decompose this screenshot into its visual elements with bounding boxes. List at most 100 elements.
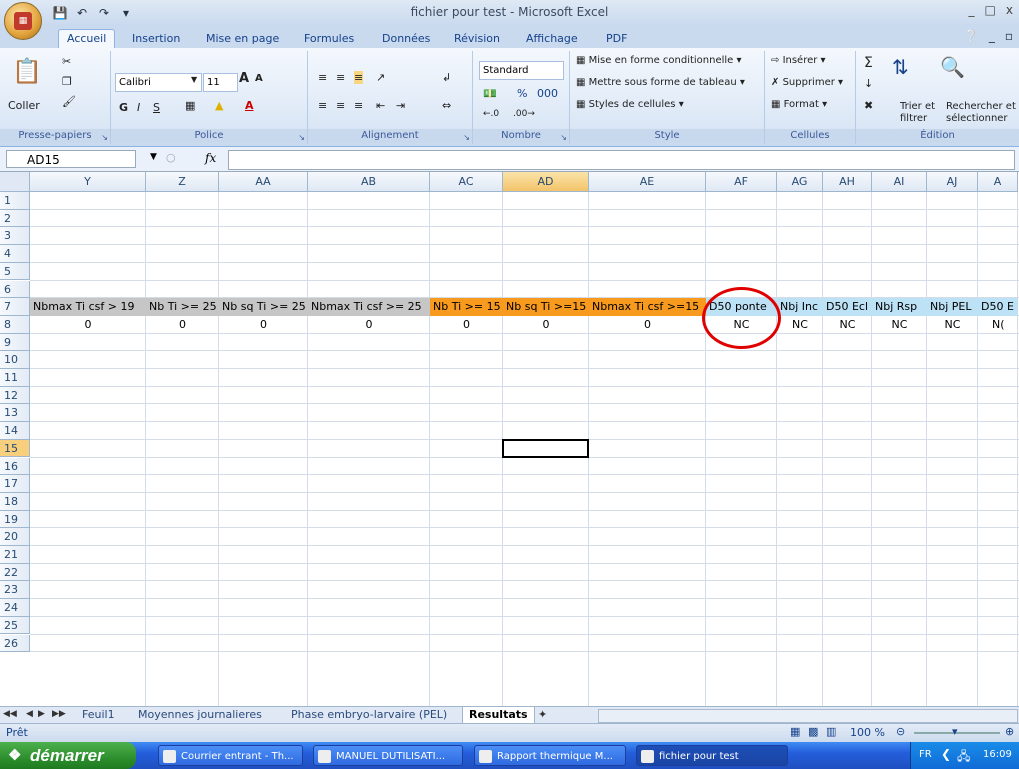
row-header-17[interactable]: 17 [0, 475, 30, 493]
decrease-decimal-icon[interactable]: .00→ [513, 109, 535, 119]
column-header-aj[interactable]: AJ [927, 172, 978, 192]
insert-sheet-icon[interactable]: ✦ [538, 708, 547, 721]
increase-decimal-icon[interactable]: ←.0 [483, 109, 499, 119]
close-button[interactable]: x [1006, 3, 1013, 17]
row-header-5[interactable]: 5 [0, 262, 30, 281]
align-center-icon[interactable]: ≡ [336, 99, 345, 112]
font-name-select[interactable]: Calibri [115, 73, 202, 92]
name-box-dropdown-icon[interactable]: ▼ [150, 152, 157, 162]
help-icon[interactable]: ❔ [964, 29, 979, 43]
table-header-cell[interactable]: Nbmax Ti csf >= 25 [308, 298, 430, 316]
grow-font-button[interactable]: A [239, 71, 249, 86]
find-select-label[interactable]: Rechercher et [946, 101, 1016, 112]
zoom-out-icon[interactable]: ⊝ [896, 725, 905, 738]
currency-icon[interactable]: 💵 [483, 87, 497, 100]
row-header-10[interactable]: 10 [0, 351, 30, 369]
row-header-14[interactable]: 14 [0, 422, 30, 440]
back-arrow-icon[interactable]: ❮ [941, 747, 951, 761]
tab-insertion[interactable]: Insertion [124, 30, 188, 48]
font-color-icon[interactable]: A [245, 99, 254, 112]
zoom-in-icon[interactable]: ⊕ [1005, 725, 1014, 738]
table-cell[interactable]: 0 [219, 316, 308, 334]
taskbar-item-excel[interactable]: fichier pour test [636, 745, 788, 766]
ribbon-restore-button[interactable]: ▫ [1005, 29, 1013, 43]
font-launcher-icon[interactable]: ↘ [298, 133, 305, 142]
tab-pdf[interactable]: PDF [598, 30, 635, 48]
tab-formules[interactable]: Formules [296, 30, 362, 48]
insert-cells-button[interactable]: ⇨ Insérer ▾ [771, 55, 826, 66]
sort-filter-label[interactable]: Trier et [900, 101, 935, 112]
column-header-ah[interactable]: AH [823, 172, 872, 192]
last-sheet-icon[interactable]: ▶▶ [52, 709, 66, 719]
find-select-label-2[interactable]: sélectionner [946, 113, 1008, 124]
row-header-25[interactable]: 25 [0, 616, 30, 635]
maximize-button[interactable]: □ [985, 3, 996, 17]
column-header-ae[interactable]: AE [589, 172, 706, 192]
sort-filter-icon[interactable]: ⇅ [892, 55, 909, 79]
table-cell[interactable]: 0 [589, 316, 706, 334]
sheet-tab-pel[interactable]: Phase embryo-larvaire (PEL) [285, 707, 453, 723]
undo-icon[interactable]: ↶ [74, 5, 90, 21]
row-header-2[interactable]: 2 [0, 209, 30, 228]
row-header-22[interactable]: 22 [0, 563, 30, 582]
zoom-slider-thumb[interactable]: ▾ [952, 725, 958, 738]
minimize-button[interactable]: _ [969, 3, 975, 17]
insert-function-button[interactable]: fx [205, 151, 216, 165]
column-header-z[interactable]: Z [146, 172, 219, 192]
sort-filter-label-2[interactable]: filtrer [900, 113, 927, 124]
row-header-20[interactable]: 20 [0, 528, 30, 546]
column-header-ab[interactable]: AB [308, 172, 430, 192]
format-as-table-button[interactable]: ▦ Mettre sous forme de tableau ▾ [576, 77, 745, 88]
format-cells-button[interactable]: ▦ Format ▾ [771, 99, 827, 110]
column-header-ac[interactable]: AC [430, 172, 503, 192]
tab-accueil[interactable]: Accueil [58, 29, 116, 48]
table-header-cell[interactable]: D50 Ecl [823, 298, 872, 316]
table-header-cell[interactable]: Nbj Inc [777, 298, 823, 316]
table-cell[interactable]: 0 [30, 316, 146, 334]
next-sheet-icon[interactable]: ▶ [38, 709, 45, 719]
language-indicator[interactable]: FR [919, 749, 932, 760]
tab-donnees[interactable]: Données [374, 30, 438, 48]
sheet-tab-moyennes[interactable]: Moyennes journalieres [132, 707, 268, 723]
align-bottom-icon[interactable]: ≡ [354, 71, 364, 84]
underline-button[interactable]: S [153, 101, 160, 114]
formula-input[interactable] [228, 150, 1015, 170]
cell-styles-button[interactable]: ▦ Styles de cellules ▾ [576, 99, 684, 110]
table-cell[interactable]: NC [823, 316, 872, 334]
row-header-12[interactable]: 12 [0, 386, 30, 405]
number-launcher-icon[interactable]: ↘ [560, 133, 567, 142]
table-cell[interactable]: 0 [430, 316, 503, 334]
table-cell[interactable]: 0 [308, 316, 430, 334]
find-select-icon[interactable]: 🔍 [940, 55, 965, 79]
column-header-y[interactable]: Y [30, 172, 146, 192]
spreadsheet-grid[interactable]: Y Z AA AB AC AD AE AF AG AH AI AJ A 1 2 3 4 5 6 7 8 9 10 11 12 13… [0, 172, 1019, 706]
column-header-ad[interactable]: AD [503, 172, 589, 192]
orientation-icon[interactable]: ↗ [376, 71, 385, 84]
row-header-9[interactable]: 9 [0, 333, 30, 352]
align-top-icon[interactable]: ≡ [318, 71, 327, 84]
ribbon-minimize-button[interactable]: _ [989, 29, 995, 43]
normal-view-icon[interactable]: ▦ [790, 725, 800, 738]
start-button[interactable]: ❖ démarrer [0, 742, 136, 769]
name-box[interactable]: AD15 [6, 150, 136, 168]
delete-cells-button[interactable]: ✗ Supprimer ▾ [771, 77, 843, 88]
horizontal-scrollbar[interactable] [598, 709, 1018, 723]
bold-button[interactable]: G [119, 101, 128, 114]
borders-icon[interactable]: ▦ [185, 99, 195, 112]
table-header-cell[interactable]: Nbmax Ti csf > 19 [30, 298, 146, 316]
active-cell-selection[interactable] [502, 438, 589, 459]
font-dropdown-icon[interactable]: ▼ [191, 75, 197, 84]
table-header-cell[interactable]: Nb sq Ti >= 25 [219, 298, 308, 316]
column-header-ak[interactable]: A [978, 172, 1018, 192]
cut-icon[interactable]: ✂ [62, 55, 71, 68]
copy-icon[interactable]: ❐ [62, 75, 72, 88]
customize-icon[interactable]: ▾ [118, 5, 134, 21]
conditional-formatting-button[interactable]: ▦ Mise en forme conditionnelle ▾ [576, 55, 742, 66]
table-cell[interactable]: NC [777, 316, 823, 334]
row-header-3[interactable]: 3 [0, 227, 30, 246]
first-sheet-icon[interactable]: ◀◀ [3, 709, 17, 719]
office-button[interactable]: ▦ [4, 2, 42, 40]
increase-indent-icon[interactable]: ⇥ [396, 99, 405, 112]
row-header-24[interactable]: 24 [0, 599, 30, 617]
table-cell[interactable]: 0 [503, 316, 589, 334]
